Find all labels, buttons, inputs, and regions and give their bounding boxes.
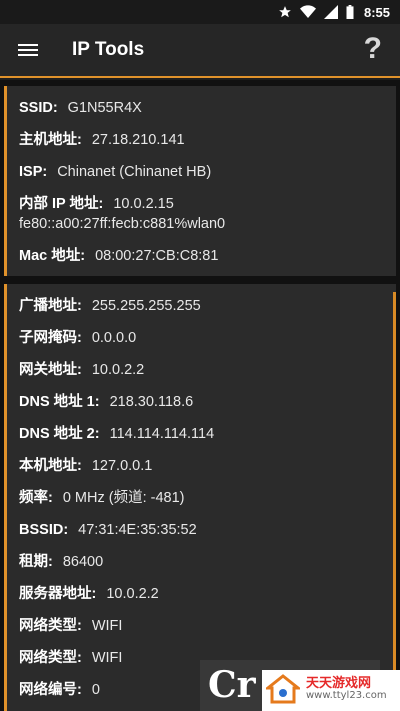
detail-row: 租期: 86400 <box>19 552 396 572</box>
help-icon-button[interactable]: ? <box>364 32 382 66</box>
battery-icon <box>346 5 354 19</box>
detail-value: 0 <box>91 682 100 698</box>
detail-row: 频率: 0 MHz (频道: -481) <box>19 488 396 508</box>
ssid-row: SSID: G1N55R4X <box>19 98 396 118</box>
detail-row: 子网掩码: 0.0.0.0 <box>19 328 396 348</box>
detail-row: DNS 地址 1: 218.30.118.6 <box>19 392 396 412</box>
internal-ip-value: 10.0.2.15 <box>113 196 174 212</box>
network-info-card: SSID: G1N55R4X 主机地址: 27.18.210.141 ISP: … <box>4 86 396 276</box>
detail-value: 218.30.118.6 <box>109 394 194 410</box>
detail-label: 服务器地址: <box>19 586 97 602</box>
detail-label: 网络编号: <box>19 682 82 698</box>
detail-value: 47:31:4E:35:35:52 <box>78 522 197 538</box>
detail-row: DNS 地址 2: 114.114.114.114 <box>19 424 396 444</box>
ssid-value: G1N55R4X <box>67 100 142 116</box>
detail-value: 0 MHz (频道: -481) <box>62 490 185 506</box>
detail-row: 网络类型: WIFI <box>19 648 396 668</box>
detail-label: 频率: <box>19 490 53 506</box>
mac-row: Mac 地址: 08:00:27:CB:C8:81 <box>19 246 396 266</box>
detail-value: 86400 <box>62 554 104 570</box>
detail-row: 网关地址: 10.0.2.2 <box>19 360 396 380</box>
internal-ip-row: 内部 IP 地址: 10.0.2.15 <box>19 194 396 214</box>
detail-label: 网络类型: <box>19 650 82 666</box>
isp-row: ISP: Chinanet (Chinanet HB) <box>19 162 396 182</box>
wifi-icon <box>299 5 316 19</box>
mac-label: Mac 地址: <box>19 248 86 264</box>
mac-value: 08:00:27:CB:C8:81 <box>95 248 219 264</box>
detail-label: DNS 地址 2: <box>19 426 100 442</box>
host-label: 主机地址: <box>19 132 82 148</box>
internal-ip-label: 内部 IP 地址: <box>19 196 104 212</box>
detail-label: 网关地址: <box>19 362 82 378</box>
menu-button[interactable] <box>0 23 56 77</box>
detail-row: 网络编号: 0 <box>19 680 396 700</box>
detail-row: 网络类型: WIFI <box>19 616 396 636</box>
detail-row: 服务器地址: 10.0.2.2 <box>19 584 396 604</box>
detail-value: WIFI <box>91 618 123 634</box>
hamburger-menu-icon <box>18 41 38 59</box>
isp-value: Chinanet (Chinanet HB) <box>57 164 212 180</box>
detail-value: 255.255.255.255 <box>91 298 201 314</box>
content-area[interactable]: SSID: G1N55R4X 主机地址: 27.18.210.141 ISP: … <box>0 80 400 711</box>
detail-label: 网络类型: <box>19 618 82 634</box>
host-row: 主机地址: 27.18.210.141 <box>19 130 396 150</box>
detail-value: 10.0.2.2 <box>91 362 145 378</box>
status-bar: 8:55 <box>0 0 400 24</box>
isp-label: ISP: <box>19 164 48 180</box>
detail-label: BSSID: <box>19 522 69 538</box>
status-time: 8:55 <box>363 4 390 20</box>
ssid-label: SSID: <box>19 100 58 116</box>
detail-row: 本机地址: 127.0.0.1 <box>19 456 396 476</box>
host-value: 27.18.210.141 <box>91 132 185 148</box>
app-bar: IP Tools ? <box>0 24 400 78</box>
detail-row: BSSID: 47:31:4E:35:35:52 <box>19 520 396 540</box>
detail-row: 广播地址: 255.255.255.255 <box>19 296 396 316</box>
detail-label: 子网掩码: <box>19 330 82 346</box>
cell-signal-icon <box>323 5 338 19</box>
star-icon <box>278 5 292 19</box>
detail-value: 0.0.0.0 <box>91 330 137 346</box>
scroll-indicator[interactable] <box>393 292 396 711</box>
detail-label: 广播地址: <box>19 298 82 314</box>
detail-label: DNS 地址 1: <box>19 394 100 410</box>
detail-value: 127.0.0.1 <box>91 458 153 474</box>
detail-label: 本机地址: <box>19 458 82 474</box>
detail-value: 114.114.114.114 <box>109 426 215 442</box>
app-title: IP Tools <box>72 39 145 60</box>
detail-value: 10.0.2.2 <box>106 586 159 602</box>
connection-details-card: 广播地址: 255.255.255.255 子网掩码: 0.0.0.0 网关地址: 10.… <box>4 284 396 711</box>
detail-label: 租期: <box>19 554 53 570</box>
internal-ipv6-value: fe80::a00:27ff:fecb:c881%wlan0 <box>19 216 226 232</box>
detail-value: WIFI <box>91 650 123 666</box>
